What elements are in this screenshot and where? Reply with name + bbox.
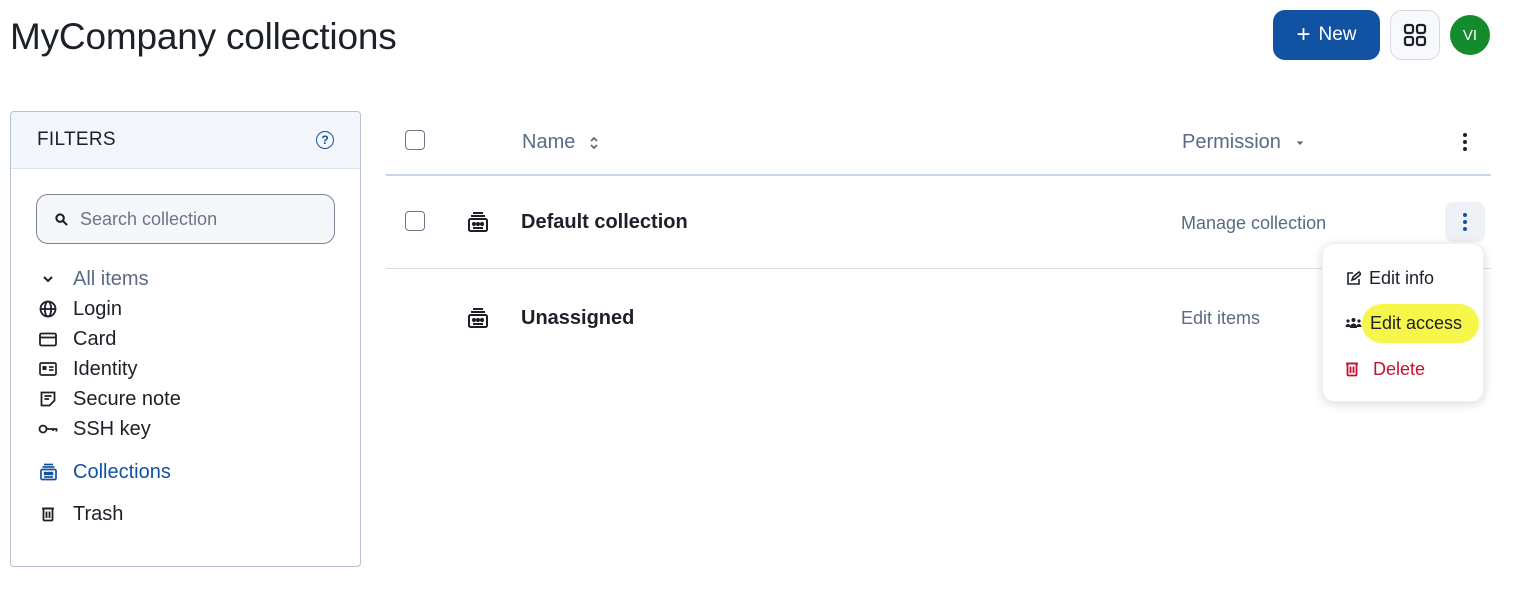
column-header-permission[interactable]: Permission (1182, 131, 1305, 154)
key-icon (37, 418, 59, 440)
nav-item-all-items[interactable]: All items (37, 264, 337, 294)
new-button[interactable]: + New (1273, 10, 1380, 60)
note-icon (37, 388, 59, 410)
nav-item-identity[interactable]: Identity (37, 354, 337, 384)
menu-item-edit-access[interactable]: Edit access (1322, 303, 1484, 343)
menu-item-label: Delete (1373, 358, 1426, 379)
menu-item-edit-info[interactable]: Edit info (1323, 258, 1485, 298)
menu-item-label: Edit access (1370, 312, 1463, 333)
nav-item-login[interactable]: Login (37, 294, 337, 324)
filters-title: FILTERS (37, 129, 116, 150)
caret-down-icon[interactable] (1295, 139, 1305, 147)
avatar[interactable]: VI (1450, 15, 1490, 55)
filters-header: FILTERS ? (11, 112, 360, 169)
help-icon[interactable]: ? (316, 131, 334, 149)
page-title: MyCompany collections (10, 16, 397, 57)
table-header-divider (386, 174, 1491, 176)
filters-nav: All items Login Card Identity Secure not… (37, 264, 337, 529)
nav-item-label: Trash (73, 502, 124, 525)
nav-item-trash[interactable]: Trash (37, 499, 337, 529)
id-card-icon (37, 358, 59, 380)
collection-icon (468, 308, 488, 328)
nav-item-secure-note[interactable]: Secure note (37, 384, 337, 414)
trash-icon (1346, 362, 1358, 377)
nav-item-label: Identity (73, 357, 138, 380)
sort-icon[interactable] (589, 135, 599, 151)
trash-icon (37, 503, 59, 525)
collection-icon (468, 212, 488, 232)
nav-item-card[interactable]: Card (37, 324, 337, 354)
search-input[interactable] (80, 208, 320, 230)
nav-item-ssh-key[interactable]: SSH key (37, 414, 337, 444)
row-options-button[interactable] (1445, 202, 1485, 242)
permission-value: Edit items (1181, 308, 1261, 328)
edit-icon (1347, 270, 1361, 285)
menu-item-delete[interactable]: Delete (1322, 349, 1484, 389)
users-icon (1345, 318, 1362, 328)
permission-value: Manage collection (1181, 213, 1327, 233)
nav-item-label: Card (73, 327, 117, 350)
column-header-name[interactable]: Name (522, 131, 599, 154)
search-icon (55, 212, 68, 226)
nav-item-collections[interactable]: Collections (37, 457, 337, 487)
row-checkbox[interactable] (405, 211, 425, 231)
column-header-name-label: Name (522, 131, 576, 153)
filters-panel: FILTERS ? All items Login Card (10, 111, 361, 567)
card-icon (37, 328, 59, 350)
table-options-kebab-icon[interactable] (1455, 132, 1475, 152)
collection-name-link[interactable]: Unassigned (521, 307, 634, 330)
kebab-icon[interactable] (1455, 212, 1475, 232)
new-button-label: New (1318, 24, 1357, 45)
select-all-checkbox[interactable] (405, 130, 425, 150)
search-field[interactable] (36, 194, 335, 244)
nav-item-label: Login (73, 297, 122, 320)
nav-item-label: Secure note (73, 387, 181, 410)
chevron-down-icon[interactable] (37, 268, 59, 290)
apps-grid-icon (1403, 23, 1427, 47)
plus-icon: + (1296, 21, 1311, 48)
collection-name-link[interactable]: Default collection (521, 211, 688, 234)
menu-item-label: Edit info (1369, 267, 1435, 288)
globe-icon (37, 298, 59, 320)
nav-item-label: SSH key (73, 417, 151, 440)
nav-item-label: All items (73, 267, 149, 290)
collection-icon (37, 461, 59, 483)
apps-switcher-button[interactable] (1390, 10, 1440, 60)
column-header-permission-label: Permission (1182, 131, 1281, 153)
nav-item-label: Collections (73, 460, 171, 483)
